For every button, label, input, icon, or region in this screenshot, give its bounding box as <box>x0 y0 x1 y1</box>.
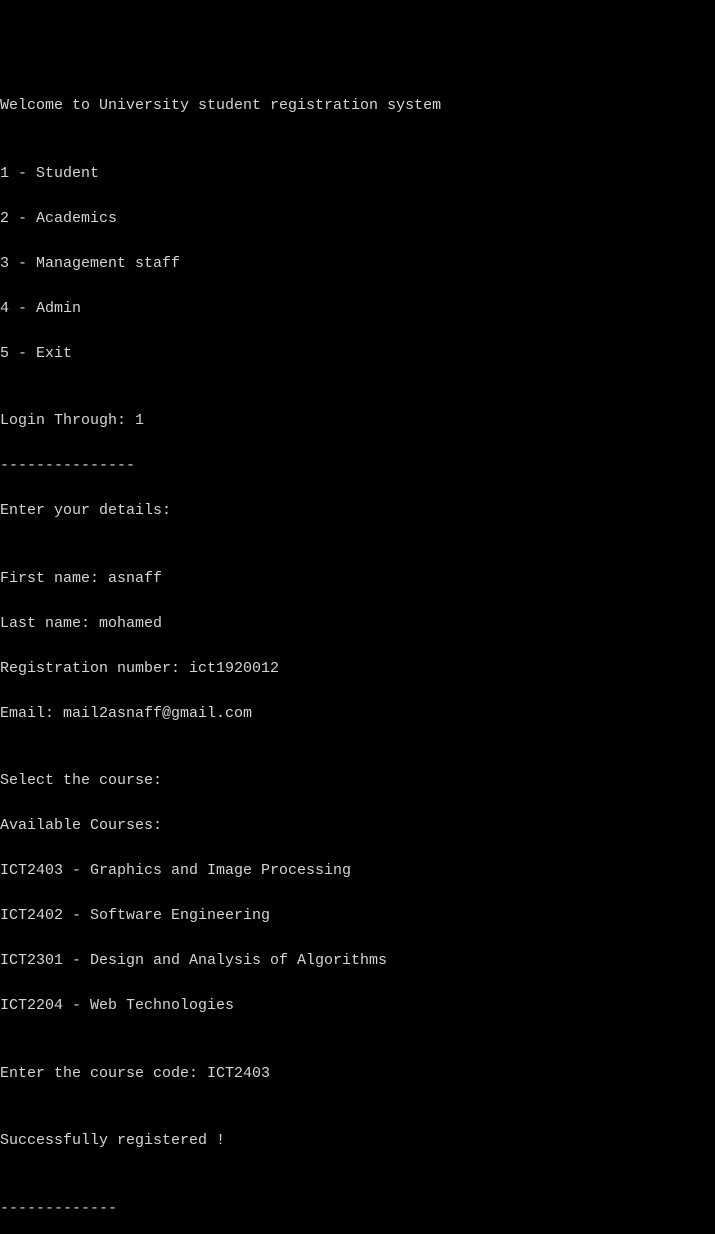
reg-number-label: Registration number: <box>0 660 189 677</box>
login-divider: --------------- <box>0 455 715 478</box>
success-message: Successfully registered ! <box>0 1130 715 1153</box>
course-code-prompt: Enter the course code: <box>0 1065 207 1082</box>
email-label: Email: <box>0 705 63 722</box>
menu-item-admin: 4 - Admin <box>0 298 715 321</box>
last-name-value[interactable]: mohamed <box>99 615 162 632</box>
footer-divider: ------------- <box>0 1198 715 1221</box>
menu-item-academics: 2 - Academics <box>0 208 715 231</box>
reg-number-value[interactable]: ict1920012 <box>189 660 279 677</box>
welcome-message: Welcome to University student registrati… <box>0 95 715 118</box>
reg-number-line: Registration number: ict1920012 <box>0 658 715 681</box>
login-input-value[interactable]: 1 <box>135 412 144 429</box>
menu-item-management: 3 - Management staff <box>0 253 715 276</box>
login-prompt-line: Login Through: 1 <box>0 410 715 433</box>
email-line: Email: mail2asnaff@gmail.com <box>0 703 715 726</box>
menu-item-student: 1 - Student <box>0 163 715 186</box>
last-name-line: Last name: mohamed <box>0 613 715 636</box>
first-name-value[interactable]: asnaff <box>108 570 162 587</box>
course-ict2301: ICT2301 - Design and Analysis of Algorit… <box>0 950 715 973</box>
menu-item-exit: 5 - Exit <box>0 343 715 366</box>
first-name-line: First name: asnaff <box>0 568 715 591</box>
last-name-label: Last name: <box>0 615 99 632</box>
available-courses-header: Available Courses: <box>0 815 715 838</box>
course-ict2204: ICT2204 - Web Technologies <box>0 995 715 1018</box>
email-value[interactable]: mail2asnaff@gmail.com <box>63 705 252 722</box>
course-ict2402: ICT2402 - Software Engineering <box>0 905 715 928</box>
select-course-header: Select the course: <box>0 770 715 793</box>
details-header: Enter your details: <box>0 500 715 523</box>
login-prompt: Login Through: <box>0 412 135 429</box>
course-code-value[interactable]: ICT2403 <box>207 1065 270 1082</box>
course-ict2403: ICT2403 - Graphics and Image Processing <box>0 860 715 883</box>
course-code-line: Enter the course code: ICT2403 <box>0 1063 715 1086</box>
first-name-label: First name: <box>0 570 108 587</box>
